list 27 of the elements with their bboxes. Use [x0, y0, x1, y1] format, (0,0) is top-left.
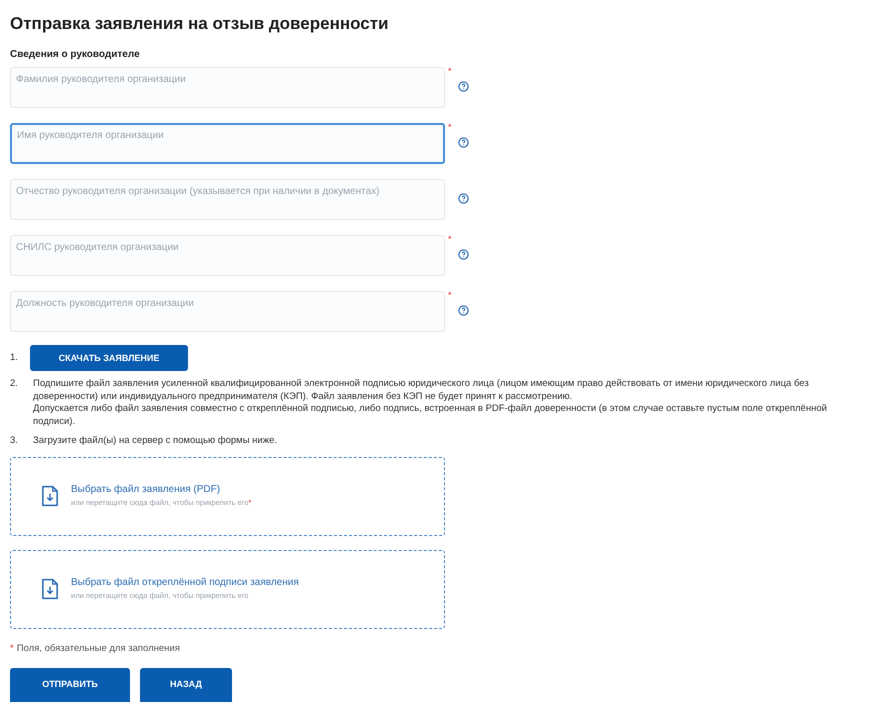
- help-icon[interactable]: [458, 137, 469, 148]
- help-icon[interactable]: [458, 193, 469, 204]
- back-button[interactable]: НАЗАД: [140, 668, 232, 702]
- instruction-text: Подпишите файл заявления усиленной квалифицированной электронной подписью юридического лица (лицом имеющим право действовать от имени юридического лица без доверенности) или индивидуального предпринимателя (КЭП). Файл заявления без КЭП не будет принят к рассмотрению.: [33, 378, 810, 403]
- help-icon[interactable]: [458, 81, 469, 92]
- instruction-text: Загрузите файл(ы) на сервер с помощью формы ниже.: [33, 435, 277, 448]
- help-icon[interactable]: [458, 305, 469, 316]
- required-mark: *: [10, 642, 14, 654]
- required-mark: *: [448, 67, 453, 76]
- required-mark: *: [448, 235, 453, 244]
- step-number: 1.: [10, 352, 19, 364]
- file-download-icon: [41, 578, 59, 600]
- required-mark: *: [448, 291, 453, 300]
- instruction-text: Допускается либо файл заявления совместно с откреплённой подписью, либо подпись, встроенная в PDF-файл доверенности (в этом случае оставьте пустым поле откреплённой подписи).: [33, 403, 828, 428]
- choose-file-link[interactable]: Выбрать файл заявления (PDF): [71, 483, 252, 497]
- file-download-icon: [41, 485, 59, 507]
- help-icon[interactable]: [458, 249, 469, 260]
- text-field[interactable]: Имя руководителя организации: [10, 123, 445, 164]
- step-number: 3.: [10, 435, 19, 448]
- choose-file-link[interactable]: Выбрать файл откреплённой подписи заявления: [71, 576, 299, 590]
- required-note: Поля, обязательные для заполнения: [16, 642, 180, 654]
- section-heading: Сведения о руководителе: [10, 48, 141, 62]
- send-button[interactable]: ОТПРАВИТЬ: [10, 668, 130, 702]
- page-title: Отправка заявления на отзыв доверенности: [10, 13, 390, 35]
- step-number: 2.: [10, 378, 19, 391]
- required-mark: *: [448, 123, 453, 132]
- download-button[interactable]: СКАЧАТЬ ЗАЯВЛЕНИЕ: [30, 345, 188, 371]
